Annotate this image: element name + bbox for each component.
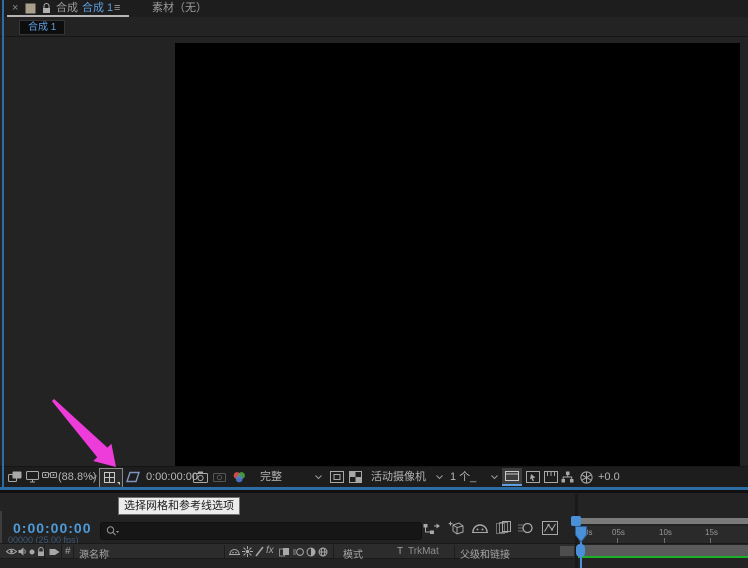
composition-toolbar: (88.8%) 0:00:00:00 完整 <box>0 466 748 488</box>
label-color-icon[interactable] <box>49 547 60 557</box>
resolution-dropdown[interactable]: 完整 <box>260 471 282 484</box>
ruler-label: 05s <box>612 528 625 537</box>
column-parent-link[interactable]: 父级和链接 <box>460 546 510 561</box>
layer-columns-header: # 源名称 fx 模式 T TrkMat 父级和链接 <box>0 543 575 559</box>
transparency-grid-icon[interactable] <box>349 471 362 483</box>
search-icon[interactable] <box>106 526 119 537</box>
mask-visibility-icon[interactable] <box>124 471 141 483</box>
header-end-cap <box>560 546 574 556</box>
ruler-label: 10s <box>659 528 672 537</box>
column-number[interactable]: # <box>65 546 71 557</box>
preview-timecode[interactable]: 0:00:00:00 <box>146 471 198 484</box>
panel-icon <box>25 3 36 14</box>
chevron-down-icon[interactable] <box>436 475 443 480</box>
frame-blend-switch-icon[interactable] <box>279 547 290 557</box>
shy-switch-icon[interactable] <box>229 547 240 556</box>
column-mode[interactable]: 模式 <box>343 546 363 561</box>
motion-blur-icon[interactable] <box>518 522 533 534</box>
composition-frame[interactable] <box>175 43 740 467</box>
composition-viewer[interactable] <box>0 36 748 467</box>
column-divider <box>61 545 62 558</box>
graph-editor-icon[interactable] <box>542 521 558 535</box>
exposure-value[interactable]: +0.0 <box>598 471 620 484</box>
channel-rgb-icon[interactable] <box>232 471 246 483</box>
column-divider <box>333 545 334 558</box>
tab-footage[interactable]: 素材（无） <box>152 1 207 15</box>
eye-icon[interactable] <box>6 547 17 556</box>
motion-blur-switch-icon[interactable] <box>293 547 304 557</box>
composition-panel: × 合成 合成 1 ≡ 素材（无） 合成 1 <box>0 0 748 491</box>
chevron-down-icon[interactable] <box>90 475 97 480</box>
comp-flowchart-icon[interactable] <box>561 471 574 483</box>
tooltip: 选择网格和参考线选项 <box>118 497 240 515</box>
ruler-tick <box>617 538 618 543</box>
solo-icon[interactable] <box>29 549 35 555</box>
playhead-workarea-handle[interactable] <box>576 544 585 557</box>
stereo-glasses-icon[interactable] <box>42 471 57 482</box>
composition-tab-bar: × 合成 合成 1 ≡ 素材（无） <box>0 0 748 17</box>
view-layout-dropdown[interactable]: 1 个_ <box>450 471 476 484</box>
effects-switch-icon[interactable]: fx <box>266 545 274 556</box>
chevron-down-icon[interactable] <box>491 475 498 480</box>
playhead-head-icon[interactable] <box>575 526 587 543</box>
column-preserve-transparency[interactable]: T <box>397 546 403 557</box>
time-ruler[interactable]: 0s 05s 10s 15s <box>578 526 748 544</box>
frame-blending-icon[interactable] <box>496 521 511 534</box>
timeline-zoom-scrollbar[interactable] <box>578 518 748 524</box>
tab-composition-label[interactable]: 合成 <box>56 1 78 15</box>
reset-exposure-icon[interactable] <box>580 471 593 484</box>
search-box[interactable] <box>100 522 422 540</box>
chevron-down-icon[interactable] <box>315 475 322 480</box>
close-icon[interactable]: × <box>12 1 18 15</box>
lock-icon[interactable] <box>42 3 51 14</box>
column-divider <box>224 545 225 558</box>
always-preview-icon[interactable] <box>8 471 22 483</box>
timeline-zoom-handle[interactable] <box>571 516 581 526</box>
quality-icon[interactable] <box>255 546 264 557</box>
fast-previews-icon[interactable] <box>526 471 540 483</box>
comp-chip[interactable]: 合成 1 <box>19 20 65 35</box>
column-divider <box>44 545 45 558</box>
audio-icon[interactable] <box>18 547 27 556</box>
timeline-button-icon[interactable] <box>544 471 558 483</box>
work-area-bar[interactable] <box>578 545 748 556</box>
current-timecode[interactable]: 0:00:00:00 <box>13 520 92 536</box>
panel-focus-border-left <box>2 0 4 491</box>
after-effects-window: × 合成 合成 1 ≡ 素材（无） 合成 1 <box>0 0 748 568</box>
search-input[interactable] <box>123 524 417 538</box>
shy-layers-icon[interactable] <box>472 523 488 534</box>
region-of-interest-icon[interactable] <box>330 471 344 483</box>
display-icon[interactable] <box>26 471 39 483</box>
column-divider <box>454 545 455 558</box>
3d-layer-icon[interactable] <box>318 547 328 557</box>
draft-3d-icon[interactable] <box>448 521 465 536</box>
ruler-tick <box>710 538 711 543</box>
panel-menu-icon[interactable]: ≡ <box>114 1 120 15</box>
ruler-label: 15s <box>705 528 718 537</box>
collapse-transformations-icon[interactable] <box>242 546 253 557</box>
pixel-aspect-correction-button[interactable] <box>502 468 522 486</box>
column-divider <box>73 545 74 558</box>
ruler-tick <box>664 538 665 543</box>
mini-flowchart-icon[interactable] <box>423 523 440 535</box>
tab-composition-name[interactable]: 合成 1 <box>82 1 113 15</box>
snapshot-camera-icon[interactable] <box>193 471 208 483</box>
camera-view-dropdown[interactable]: 活动摄像机 <box>371 471 426 484</box>
active-tab-underline <box>7 15 129 17</box>
adjustment-layer-icon[interactable] <box>306 547 316 557</box>
cached-frames-indicator <box>578 556 748 558</box>
show-snapshot-icon[interactable] <box>213 471 226 483</box>
column-trkmat[interactable]: TrkMat <box>408 546 439 557</box>
grid-guides-options-button[interactable] <box>99 468 123 488</box>
column-source-name[interactable]: 源名称 <box>79 546 109 561</box>
